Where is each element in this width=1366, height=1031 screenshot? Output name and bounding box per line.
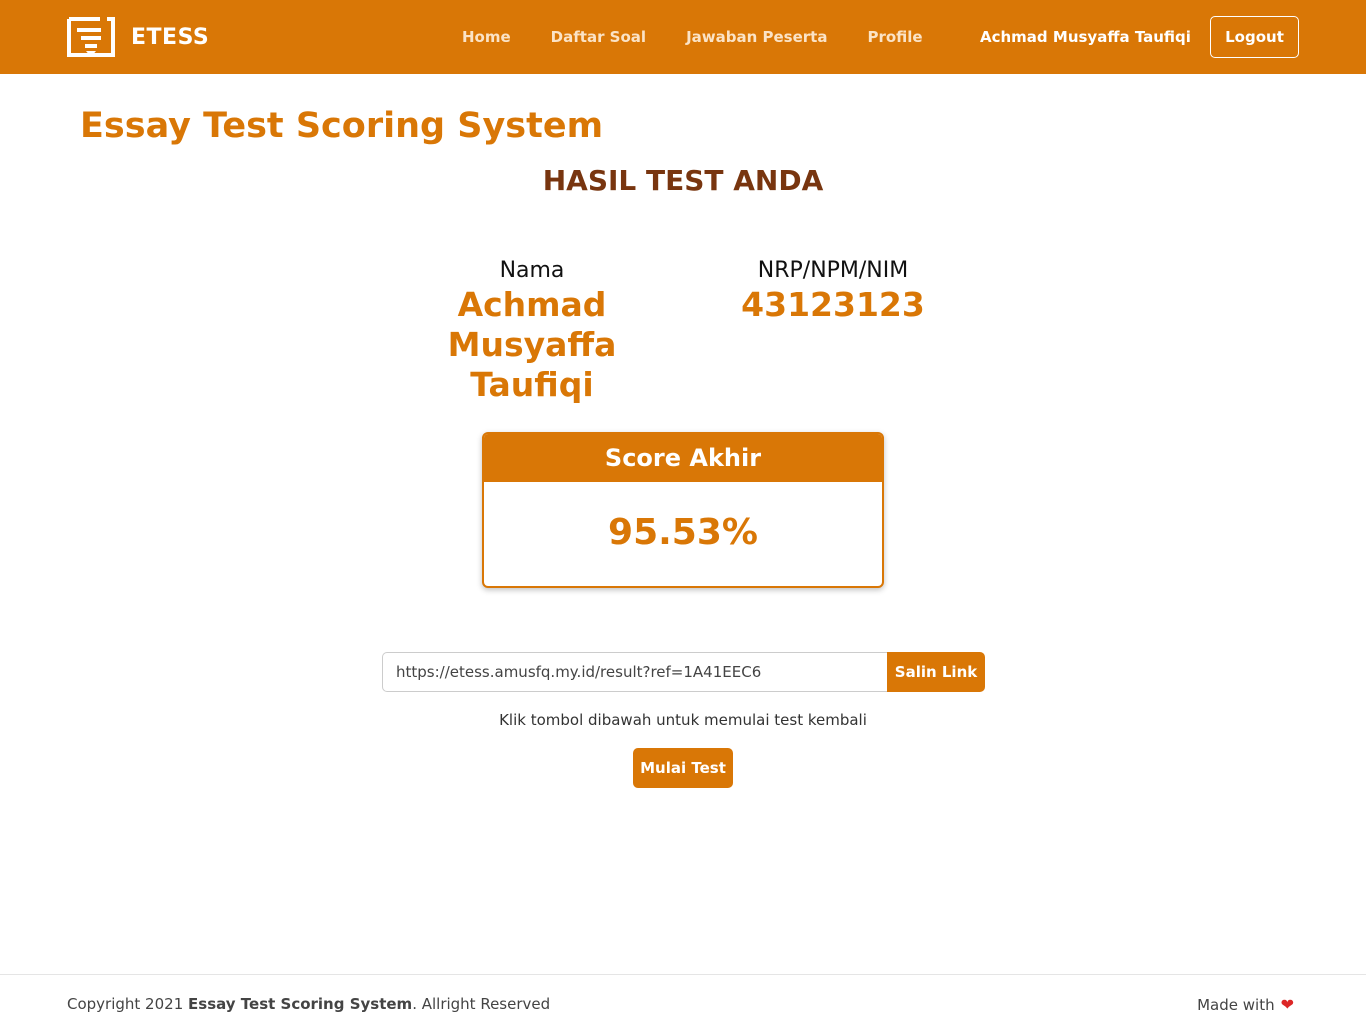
id-value: 43123123 <box>741 285 925 324</box>
brand-link[interactable]: ETESS <box>66 16 209 58</box>
share-link-group: Salin Link <box>382 652 985 692</box>
score-card: Score Akhir 95.53% <box>482 432 884 588</box>
nav-link-daftar-soal[interactable]: Daftar Soal <box>531 28 666 46</box>
nav-link-profile[interactable]: Profile <box>847 28 942 46</box>
copyright-suffix: . Allright Reserved <box>412 995 551 1013</box>
nav-user-name[interactable]: Achmad Musyaffa Taufiqi <box>960 0 1211 74</box>
score-card-header: Score Akhir <box>484 434 882 482</box>
nav-link-home[interactable]: Home <box>442 28 531 46</box>
id-info: NRP/NPM/NIM 43123123 <box>733 258 933 325</box>
copyright-brand: Essay Test Scoring System <box>188 995 413 1013</box>
made-with: Made with ❤ <box>1197 995 1294 1014</box>
score-value: 95.53% <box>608 512 758 553</box>
brand-name: ETESS <box>131 24 210 50</box>
copyright-text: Copyright 2021 Essay Test Scoring System… <box>67 995 550 1013</box>
name-value: Achmad Musyaffa Taufiqi <box>447 285 617 404</box>
name-label: Nama <box>499 258 565 283</box>
name-info: Nama Achmad Musyaffa Taufiqi <box>382 258 682 405</box>
footer: Copyright 2021 Essay Test Scoring System… <box>0 974 1366 1031</box>
restart-hint: Klik tombol dibawah untuk memulai test k… <box>499 711 867 729</box>
made-with-label: Made with <box>1197 995 1275 1014</box>
copyright-prefix: Copyright 2021 <box>67 995 189 1013</box>
start-test-button[interactable]: Mulai Test <box>633 748 733 788</box>
id-label: NRP/NPM/NIM <box>757 258 909 283</box>
heart-icon: ❤ <box>1280 995 1294 1014</box>
page-title: Essay Test Scoring System <box>80 106 604 146</box>
nav-links: Home Daftar Soal Jawaban Peserta Profile <box>442 0 943 74</box>
nav-link-jawaban-peserta[interactable]: Jawaban Peserta <box>666 28 847 46</box>
copy-link-button[interactable]: Salin Link <box>887 652 985 692</box>
logout-button[interactable]: Logout <box>1210 16 1299 58</box>
document-list-icon <box>67 17 115 57</box>
result-heading: HASIL TEST ANDA <box>542 164 824 197</box>
top-navbar: ETESS Home Daftar Soal Jawaban Peserta P… <box>0 0 1366 74</box>
share-link-input[interactable] <box>382 652 887 692</box>
